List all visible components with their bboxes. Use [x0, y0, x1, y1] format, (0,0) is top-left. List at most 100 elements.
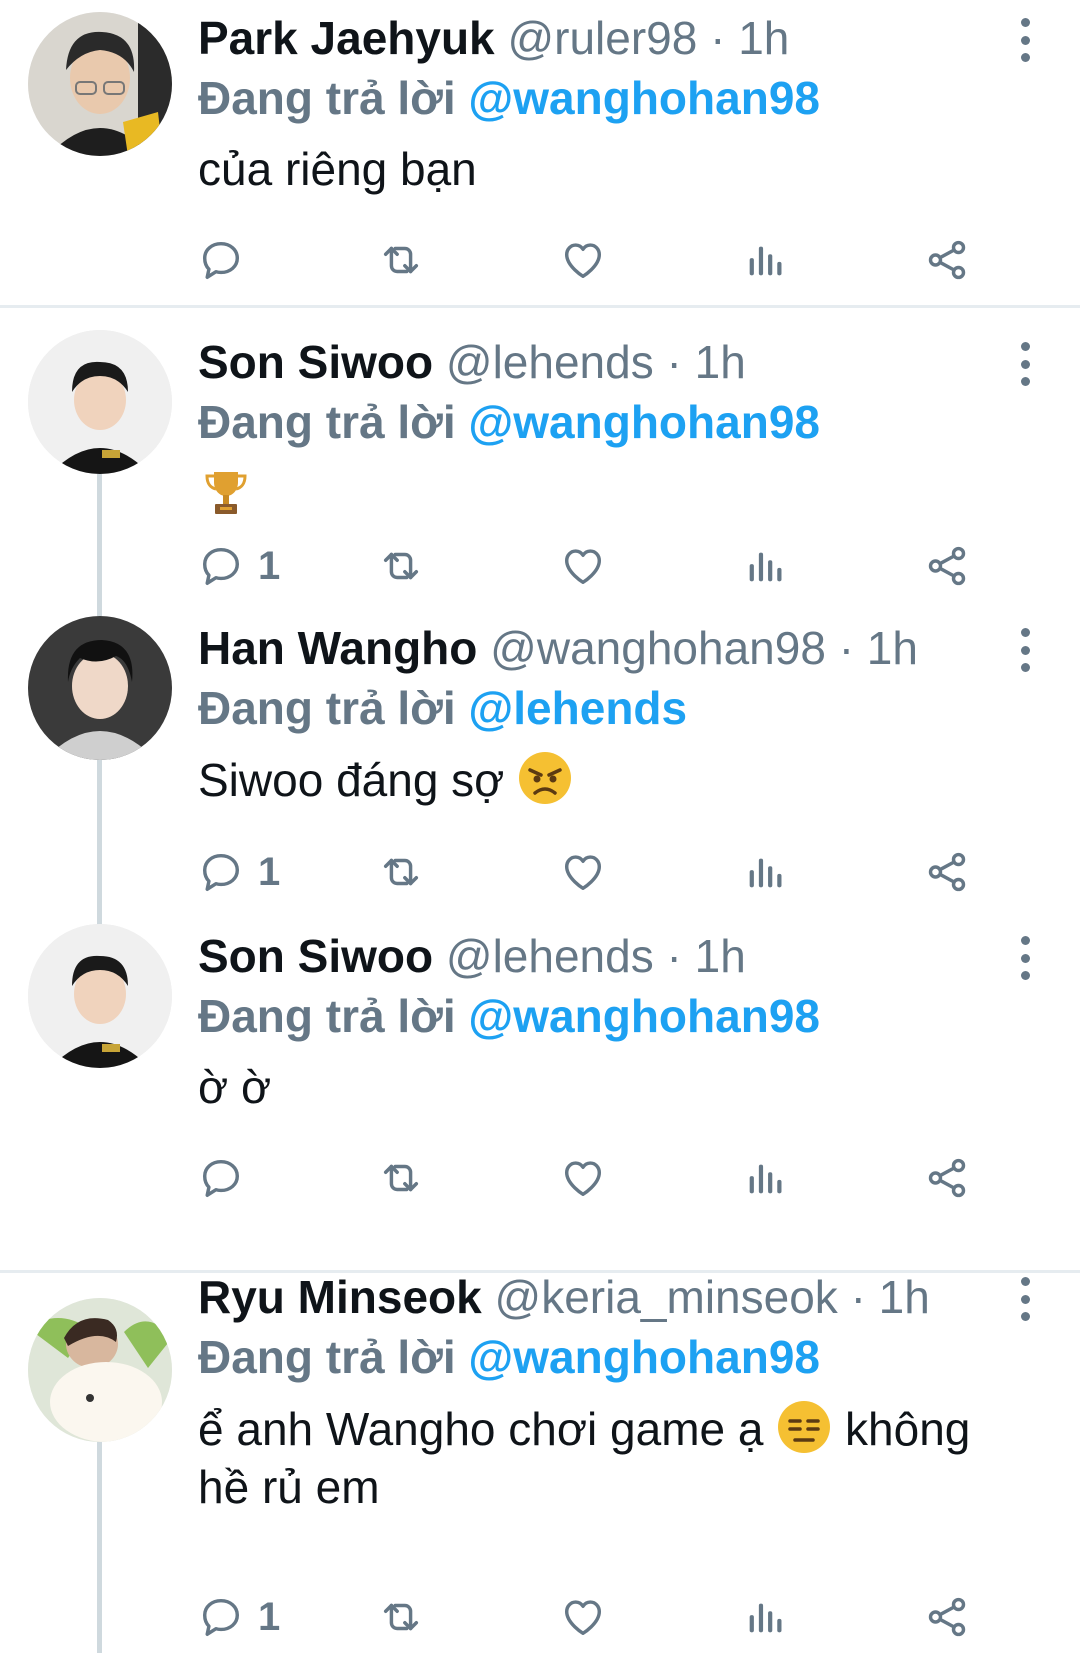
- heart-icon: [564, 549, 602, 585]
- tweet-header: Son Siwoo @lehends · 1h: [198, 926, 1020, 986]
- reply-button[interactable]: 1: [198, 1589, 280, 1645]
- replying-to-label: Đang trả lời: [198, 990, 456, 1042]
- display-name[interactable]: Ryu Minseok: [198, 1271, 482, 1323]
- tweet-text: của riêng bạn: [198, 143, 477, 195]
- tweet-text: ể anh Wangho chơi game ạ không hề rủ em: [198, 1399, 1020, 1516]
- like-button[interactable]: [560, 844, 606, 900]
- more-dot: [1020, 663, 1030, 672]
- more-options-button[interactable]: [1010, 628, 1040, 672]
- more-options-button[interactable]: [1010, 936, 1040, 980]
- handle[interactable]: @lehends: [446, 930, 654, 982]
- tweet-header: Ryu Minseok @keria_minseok · 1h: [198, 1267, 1020, 1327]
- tweet-item[interactable]: Han Wangho @wanghohan98 · 1h Đang trả lờ…: [0, 614, 1080, 922]
- handle[interactable]: @wanghohan98: [490, 622, 826, 674]
- like-button[interactable]: [560, 538, 606, 594]
- reply-button[interactable]: [198, 1150, 258, 1206]
- share-button[interactable]: [924, 1589, 970, 1645]
- heart-icon: [564, 855, 602, 891]
- more-options-button[interactable]: [1010, 1277, 1040, 1321]
- reply-button[interactable]: [198, 232, 258, 288]
- analytics-bars-icon: [749, 858, 782, 888]
- handle[interactable]: @keria_minseok: [495, 1271, 838, 1323]
- avatar[interactable]: [28, 616, 172, 760]
- replying-to-label: Đang trả lời: [198, 396, 456, 448]
- tweet-actions: 1: [198, 538, 1018, 594]
- more-dot: [1020, 53, 1030, 62]
- tweet-item[interactable]: Son Siwoo @lehends · 1h Đang trả lời @wa…: [0, 308, 1080, 614]
- reply-bubble-icon: [202, 1159, 240, 1197]
- more-dot: [1020, 971, 1030, 980]
- replying-to-label: Đang trả lời: [198, 1331, 456, 1383]
- analytics-button[interactable]: [742, 1589, 788, 1645]
- tweet-actions: [198, 232, 1018, 288]
- reply-count: 1: [258, 543, 281, 588]
- analytics-button[interactable]: [742, 232, 788, 288]
- retweet-button[interactable]: [378, 844, 424, 900]
- share-icon: [928, 546, 966, 586]
- tweet-text: [198, 464, 1020, 523]
- avatar[interactable]: [28, 924, 172, 1068]
- more-vertical-icon: [1020, 1277, 1030, 1286]
- retweet-button[interactable]: [378, 538, 424, 594]
- share-icon: [928, 1597, 966, 1637]
- display-name[interactable]: Son Siwoo: [198, 336, 433, 388]
- tweet-header: Park Jaehyuk @ruler98 · 1h: [198, 8, 1020, 68]
- share-button[interactable]: [924, 232, 970, 288]
- more-options-button[interactable]: [1010, 342, 1040, 386]
- retweet-button[interactable]: [378, 232, 424, 288]
- mention-link[interactable]: @wanghohan98: [468, 990, 820, 1042]
- tweet-item[interactable]: Son Siwoo @lehends · 1h Đang trả lời @wa…: [0, 922, 1080, 1270]
- more-dot: [1020, 377, 1030, 386]
- heart-icon: [564, 1161, 602, 1197]
- display-name[interactable]: Son Siwoo: [198, 930, 433, 982]
- mention-link[interactable]: @lehends: [468, 682, 687, 734]
- reply-count: 1: [258, 1594, 281, 1639]
- analytics-bars-icon: [749, 246, 782, 276]
- avatar[interactable]: [28, 12, 172, 156]
- retweet-button[interactable]: [378, 1589, 424, 1645]
- more-dot: [1020, 1312, 1030, 1321]
- reply-button[interactable]: 1: [198, 538, 280, 594]
- reply-button[interactable]: 1: [198, 844, 280, 900]
- share-button[interactable]: [924, 1150, 970, 1206]
- analytics-button[interactable]: [742, 844, 788, 900]
- mention-link[interactable]: @wanghohan98: [468, 72, 820, 124]
- timestamp: · 1h: [838, 622, 918, 674]
- mention-link[interactable]: @wanghohan98: [468, 396, 820, 448]
- tweet-header: Han Wangho @wanghohan98 · 1h: [198, 618, 1020, 678]
- tweet-item[interactable]: Ryu Minseok @keria_minseok · 1h Đang trả…: [0, 1271, 1080, 1653]
- heart-icon: [564, 1600, 602, 1636]
- more-options-button[interactable]: [1010, 18, 1040, 62]
- retweet-icon: [383, 1603, 419, 1631]
- more-vertical-icon: [1020, 628, 1030, 637]
- display-name[interactable]: Han Wangho: [198, 622, 477, 674]
- like-button[interactable]: [560, 1589, 606, 1645]
- retweet-button[interactable]: [378, 1150, 424, 1206]
- analytics-bars-icon: [749, 552, 782, 582]
- mention-link[interactable]: @wanghohan98: [468, 1331, 820, 1383]
- more-vertical-icon: [1020, 342, 1030, 351]
- analytics-button[interactable]: [742, 538, 788, 594]
- handle[interactable]: @ruler98: [507, 12, 697, 64]
- avatar[interactable]: [28, 330, 172, 474]
- tweet-text-body: Siwoo đáng sợ: [198, 754, 505, 806]
- tweet-item[interactable]: Park Jaehyuk @ruler98 · 1h Đang trả lời …: [0, 0, 1080, 305]
- tweet-actions: 1: [198, 1589, 1018, 1645]
- more-dot: [1020, 953, 1030, 963]
- angry-face-emoji: [517, 750, 573, 806]
- display-name[interactable]: Park Jaehyuk: [198, 12, 495, 64]
- like-button[interactable]: [560, 1150, 606, 1206]
- share-button[interactable]: [924, 844, 970, 900]
- timestamp: · 1h: [666, 336, 746, 388]
- handle[interactable]: @lehends: [446, 336, 654, 388]
- more-dot: [1020, 1294, 1030, 1304]
- tweet-actions: [198, 1150, 1018, 1206]
- share-button[interactable]: [924, 538, 970, 594]
- retweet-icon: [383, 858, 419, 886]
- reply-bubble-icon: [202, 547, 240, 585]
- like-button[interactable]: [560, 232, 606, 288]
- analytics-button[interactable]: [742, 1150, 788, 1206]
- analytics-bars-icon: [749, 1164, 782, 1194]
- avatar[interactable]: [28, 1298, 172, 1442]
- heart-icon: [564, 243, 602, 279]
